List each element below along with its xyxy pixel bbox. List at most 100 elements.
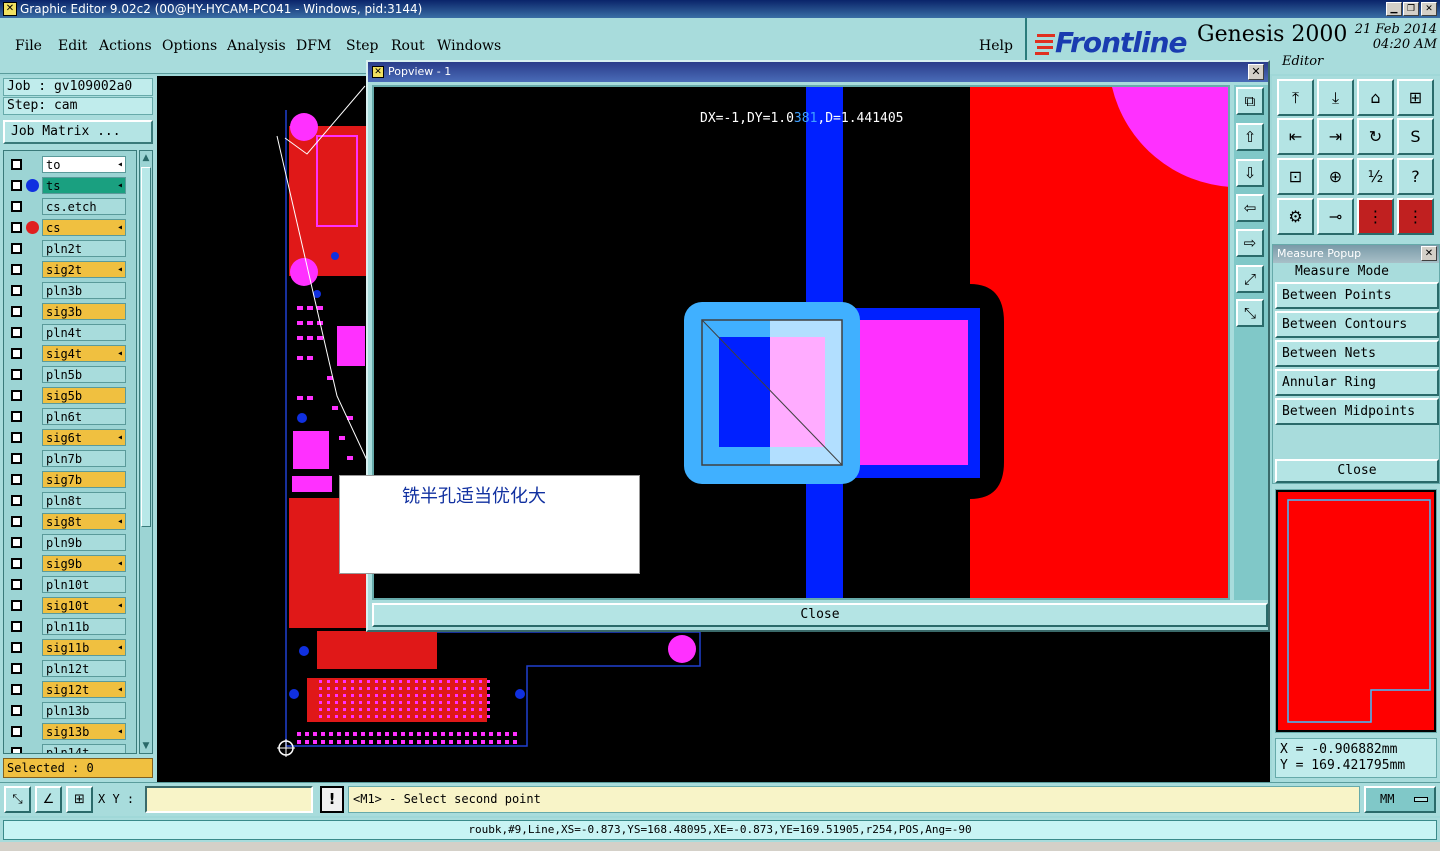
measure-close-button[interactable]: Close [1275, 459, 1439, 483]
measure-between-points[interactable]: Between Points [1275, 282, 1439, 309]
layer-row-sig6t[interactable]: sig6t ◂ [6, 429, 136, 446]
layer-checkbox[interactable] [11, 306, 22, 317]
measure-between-contours[interactable]: Between Contours [1275, 311, 1439, 338]
layer-name-label[interactable]: pln4t [42, 324, 126, 341]
layer-row-sig9b[interactable]: sig9b ◂ [6, 555, 136, 572]
layer-checkbox[interactable] [11, 621, 22, 632]
layer-row-pln10t[interactable]: pln10t [6, 576, 136, 593]
layer-name-label[interactable]: pln10t [42, 576, 126, 593]
popview-pan-up-icon[interactable]: ⇧ [1236, 123, 1264, 151]
layer-row-pln11b[interactable]: pln11b [6, 618, 136, 635]
layer-checkbox[interactable] [11, 390, 22, 401]
layer-checkbox[interactable] [11, 705, 22, 716]
layer-checkbox[interactable] [11, 180, 22, 191]
scroll-down-icon[interactable]: ▼ [140, 740, 152, 752]
layer-name-label[interactable]: pln7b [42, 450, 126, 467]
overview-map[interactable] [1275, 489, 1437, 733]
units-select[interactable]: MM [1364, 786, 1436, 813]
layer-scrollbar[interactable]: ▲ ▼ [139, 150, 153, 754]
scale-1-2-icon[interactable]: ½ [1357, 158, 1394, 195]
layer-checkbox[interactable] [11, 327, 22, 338]
layer-row-sig13b[interactable]: sig13b ◂ [6, 723, 136, 740]
layer-name-label[interactable]: pln9b [42, 534, 126, 551]
layer-checkbox[interactable] [11, 243, 22, 254]
layer-checkbox[interactable] [11, 684, 22, 695]
net-trace-icon[interactable]: ⋮ [1397, 198, 1434, 235]
pan-left-icon[interactable]: ⇤ [1277, 118, 1314, 155]
measure-probe-icon[interactable]: ⊸ [1317, 198, 1354, 235]
popview-pan-down-icon[interactable]: ⇩ [1236, 159, 1264, 187]
layer-checkbox[interactable] [11, 432, 22, 443]
layer-checkbox[interactable] [11, 159, 22, 170]
zoom-center-icon[interactable]: ⊕ [1317, 158, 1354, 195]
zoom-home-icon[interactable]: ⊡ [1277, 158, 1314, 195]
layer-row-sig2t[interactable]: sig2t ◂ [6, 261, 136, 278]
menu-dfm[interactable]: DFM [296, 38, 331, 54]
redraw-icon[interactable]: ↻ [1357, 118, 1394, 155]
layer-row-sig3b[interactable]: sig3b [6, 303, 136, 320]
layer-row-pln3b[interactable]: pln3b [6, 282, 136, 299]
layer-name-label[interactable]: sig9b ◂ [42, 555, 126, 572]
alert-icon[interactable]: ! [320, 786, 344, 813]
popview-zoom-in-icon[interactable]: ⤢ [1236, 265, 1264, 293]
layer-row-pln7b[interactable]: pln7b [6, 450, 136, 467]
layer-checkbox[interactable] [11, 726, 22, 737]
menu-windows[interactable]: Windows [437, 38, 501, 54]
layer-checkbox[interactable] [11, 642, 22, 653]
layer-row-pln8t[interactable]: pln8t [6, 492, 136, 509]
layer-checkbox[interactable] [11, 663, 22, 674]
layer-name-label[interactable]: pln3b [42, 282, 126, 299]
layer-name-label[interactable]: sig8t ◂ [42, 513, 126, 530]
measure-between-midpoints[interactable]: Between Midpoints [1275, 398, 1439, 425]
layer-name-label[interactable]: sig5b [42, 387, 126, 404]
layer-row-to[interactable]: to ◂ [6, 156, 136, 173]
layer-checkbox[interactable] [11, 474, 22, 485]
layer-name-label[interactable]: pln6t [42, 408, 126, 425]
menu-analysis[interactable]: Analysis [227, 38, 286, 54]
layer-name-label[interactable]: cs.etch [42, 198, 126, 215]
layer-name-label[interactable]: sig6t ◂ [42, 429, 126, 446]
layer-row-pln9b[interactable]: pln9b [6, 534, 136, 551]
layer-name-label[interactable]: pln12t [42, 660, 126, 677]
layer-row-pln12t[interactable]: pln12t [6, 660, 136, 677]
layer-row-pln14t[interactable]: pln14t [6, 744, 136, 753]
snap-icon[interactable]: S [1397, 118, 1434, 155]
layer-row-pln5b[interactable]: pln5b [6, 366, 136, 383]
layer-checkbox[interactable] [11, 264, 22, 275]
layer-checkbox[interactable] [11, 411, 22, 422]
layer-checkbox[interactable] [11, 579, 22, 590]
popview-pan-right-icon[interactable]: ⇨ [1236, 229, 1264, 257]
layer-checkbox[interactable] [11, 558, 22, 569]
xy-input-field[interactable] [145, 786, 313, 813]
layer-name-label[interactable]: to ◂ [42, 156, 126, 173]
help-icon[interactable]: ? [1397, 158, 1434, 195]
home-icon[interactable]: ⌂ [1357, 79, 1394, 116]
scroll-up-icon[interactable]: ▲ [140, 152, 152, 164]
net-highlight-icon[interactable]: ⋮ [1357, 198, 1394, 235]
layer-name-label[interactable]: cs ◂ [42, 219, 126, 236]
maximize-button[interactable]: ❐ [1403, 2, 1419, 16]
window-zoom-icon[interactable]: ⊞ [1397, 79, 1434, 116]
menu-options[interactable]: Options [162, 38, 217, 54]
menu-file[interactable]: File [15, 38, 42, 54]
snap-angle-icon[interactable]: ∠ [35, 786, 62, 813]
menu-help[interactable]: Help [979, 38, 1013, 54]
layer-checkbox[interactable] [11, 747, 22, 753]
pan-top-icon[interactable]: ⤒ [1277, 79, 1314, 116]
layer-row-sig8t[interactable]: sig8t ◂ [6, 513, 136, 530]
popview-pan-left-icon[interactable]: ⇦ [1236, 194, 1264, 222]
layer-row-sig5b[interactable]: sig5b [6, 387, 136, 404]
layer-name-label[interactable]: sig12t ◂ [42, 681, 126, 698]
layer-row-sig10t[interactable]: sig10t ◂ [6, 597, 136, 614]
layer-checkbox[interactable] [11, 495, 22, 506]
layer-row-pln13b[interactable]: pln13b [6, 702, 136, 719]
layer-row-sig7b[interactable]: sig7b [6, 471, 136, 488]
layer-row-cs-etch[interactable]: cs.etch [6, 198, 136, 215]
measure-popup-close-x[interactable]: ✕ [1421, 246, 1437, 261]
layer-checkbox[interactable] [11, 453, 22, 464]
layer-name-label[interactable]: pln5b [42, 366, 126, 383]
minimize-button[interactable]: ▁ [1386, 2, 1402, 16]
layer-row-sig11b[interactable]: sig11b ◂ [6, 639, 136, 656]
layer-row-pln2t[interactable]: pln2t [6, 240, 136, 257]
popview-close-x-button[interactable]: ✕ [1248, 64, 1264, 80]
